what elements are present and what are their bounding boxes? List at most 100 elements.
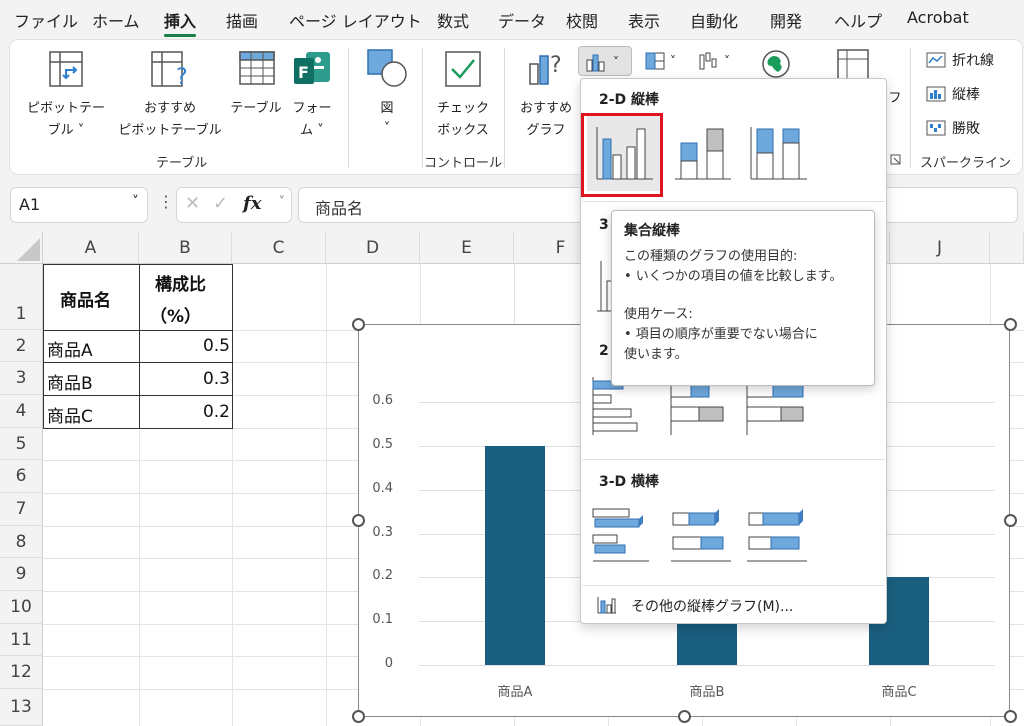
recommended-pivot-icon: ? bbox=[151, 51, 188, 88]
column-header-k[interactable] bbox=[990, 232, 1024, 264]
recommended-pivot-button[interactable]: ? おすすめ ピボットテーブル bbox=[118, 48, 222, 148]
sparkline-line-button[interactable]: 折れ線 bbox=[926, 50, 994, 70]
resize-handle[interactable] bbox=[352, 514, 365, 527]
resize-handle[interactable] bbox=[352, 318, 365, 331]
hierarchy-chart-button[interactable]: ˅ bbox=[642, 46, 688, 76]
recommended-charts-button[interactable]: ? おすすめ グラフ bbox=[510, 48, 582, 148]
stacked-100-column-icon bbox=[750, 127, 807, 180]
column-header-b[interactable]: B bbox=[139, 232, 232, 264]
cancel-icon[interactable]: ✕ bbox=[185, 193, 200, 214]
y-tick-label: 0.1 bbox=[372, 612, 393, 628]
ribbon-separator bbox=[348, 48, 349, 168]
x-tick-label: 商品B bbox=[689, 685, 725, 700]
resize-handle[interactable] bbox=[678, 710, 691, 723]
row-header-6[interactable]: 6 bbox=[0, 460, 43, 493]
tab-home[interactable]: ホーム bbox=[92, 8, 140, 32]
tab-help[interactable]: ヘルプ bbox=[834, 8, 882, 32]
resize-handle[interactable] bbox=[352, 710, 365, 723]
pivot-table-label-2: ブル ˅ bbox=[47, 123, 85, 138]
insert-function-icon[interactable]: fx bbox=[243, 193, 261, 214]
column-header-a[interactable]: A bbox=[43, 232, 139, 264]
3d-clustered-bar-icon bbox=[592, 508, 649, 562]
select-all-corner[interactable] bbox=[0, 232, 43, 264]
tab-insert[interactable]: 挿入 bbox=[164, 8, 197, 37]
row-header-3[interactable]: 3 bbox=[0, 362, 43, 395]
tab-review[interactable]: 校閲 bbox=[566, 8, 598, 32]
row-header-4[interactable]: 4 bbox=[0, 395, 43, 428]
tab-developer[interactable]: 開発 bbox=[770, 8, 802, 32]
tab-formulas[interactable]: 数式 bbox=[437, 8, 469, 32]
row-header-2[interactable]: 2 bbox=[0, 330, 43, 362]
recommended-pivot-label-2: ピボットテーブル bbox=[118, 123, 222, 138]
tab-acrobat[interactable]: Acrobat bbox=[907, 8, 969, 27]
tab-automate[interactable]: 自動化 bbox=[690, 8, 738, 32]
y-tick-label: 0.4 bbox=[372, 480, 393, 496]
row-header-7[interactable]: 7 bbox=[0, 493, 43, 526]
column-header-j[interactable]: J bbox=[890, 232, 990, 264]
table-label: テーブル bbox=[230, 101, 282, 116]
tooltip-purpose-heading: この種類のグラフの使用目的: bbox=[624, 249, 798, 264]
tab-view[interactable]: 表示 bbox=[628, 8, 660, 32]
check-icon[interactable]: ✓ bbox=[213, 193, 228, 214]
name-box[interactable]: A1 ˅ bbox=[10, 187, 148, 223]
ratio-value-cell: 0.2 bbox=[202, 402, 230, 422]
3d-stacked-bar-option[interactable] bbox=[665, 499, 739, 569]
3d-stacked-100-bar-option[interactable] bbox=[741, 499, 815, 569]
tab-data[interactable]: データ bbox=[498, 8, 546, 32]
y-tick-label: 0.5 bbox=[372, 436, 393, 452]
stacked-column-option[interactable] bbox=[665, 115, 739, 191]
column-header-d[interactable]: D bbox=[326, 232, 420, 264]
row-header-13[interactable]: 13 bbox=[0, 689, 43, 726]
row-header-8[interactable]: 8 bbox=[0, 526, 43, 558]
map-chart-icon[interactable] bbox=[760, 48, 792, 80]
more-options-icon[interactable]: ⋮ bbox=[158, 192, 174, 211]
forms-label-1: フォー bbox=[292, 101, 332, 116]
chevron-down-icon[interactable]: ˅ bbox=[132, 194, 139, 210]
column-chart-dropdown-button[interactable]: ˅ bbox=[578, 46, 632, 76]
table-button[interactable]: テーブル bbox=[220, 48, 292, 148]
resize-handle[interactable] bbox=[1004, 710, 1017, 723]
chart-type-tooltip: 集合縦棒 この種類のグラフの使用目的: • いくつかの項目の値を比較します。 使… bbox=[611, 210, 875, 386]
row-header-5[interactable]: 5 bbox=[0, 428, 43, 460]
dialog-launcher-icon[interactable] bbox=[890, 154, 902, 166]
stacked-100-column-option[interactable] bbox=[741, 115, 815, 191]
column-header-e[interactable]: E bbox=[420, 232, 514, 264]
svg-text:?: ? bbox=[176, 65, 188, 88]
sparkline-column-icon bbox=[926, 86, 946, 102]
illustrations-button[interactable]: 図 ˅ bbox=[362, 48, 412, 148]
sparkline-column-button[interactable]: 縦棒 bbox=[926, 84, 980, 104]
checkbox-button[interactable]: チェック ボックス bbox=[430, 48, 496, 148]
resize-handle[interactable] bbox=[1004, 318, 1017, 331]
tab-draw[interactable]: 描画 bbox=[226, 8, 258, 32]
chevron-down-icon: ˅ bbox=[278, 195, 286, 210]
product-name-cell: 商品A bbox=[47, 341, 93, 361]
tab-page-layout[interactable]: ページ レイアウト bbox=[289, 8, 422, 32]
formula-content: 商品名 bbox=[315, 199, 364, 218]
section-3d-column: 3 bbox=[599, 217, 609, 233]
pivot-table-button[interactable]: ピボットテー ブル ˅ bbox=[27, 48, 105, 148]
resize-handle[interactable] bbox=[1004, 514, 1017, 527]
chart-bar[interactable] bbox=[485, 445, 545, 665]
y-tick-label: 0.3 bbox=[372, 524, 393, 540]
row-header-12[interactable]: 12 bbox=[0, 656, 43, 689]
sparkline-winloss-icon bbox=[926, 120, 946, 136]
sparkline-winloss-button[interactable]: 勝敗 bbox=[926, 118, 980, 138]
3d-clustered-bar-option[interactable] bbox=[587, 499, 661, 569]
row-header-10[interactable]: 10 bbox=[0, 591, 43, 624]
tooltip-purpose-item: • いくつかの項目の値を比較します。 bbox=[624, 269, 843, 284]
tab-file[interactable]: ファイル bbox=[14, 8, 78, 32]
svg-text:F: F bbox=[298, 63, 309, 82]
recommended-pivot-label-1: おすすめ bbox=[143, 101, 196, 116]
stacked-column-icon bbox=[675, 128, 731, 180]
column-header-c[interactable]: C bbox=[232, 232, 326, 264]
row-header-11[interactable]: 11 bbox=[0, 624, 43, 656]
y-gridline bbox=[419, 665, 995, 666]
3d-stacked-100-bar-icon bbox=[747, 509, 807, 562]
forms-button[interactable]: F フォー ム ˅ bbox=[288, 48, 336, 148]
waterfall-chart-button[interactable]: ˅ bbox=[696, 46, 742, 76]
more-column-charts-item[interactable]: その他の縦棒グラフ(M)... bbox=[587, 591, 881, 619]
row-header-9[interactable]: 9 bbox=[0, 558, 43, 591]
pivot-table-icon bbox=[49, 51, 83, 87]
row-header-1[interactable]: 1 bbox=[0, 264, 43, 330]
3d-stacked-bar-icon bbox=[671, 509, 731, 562]
